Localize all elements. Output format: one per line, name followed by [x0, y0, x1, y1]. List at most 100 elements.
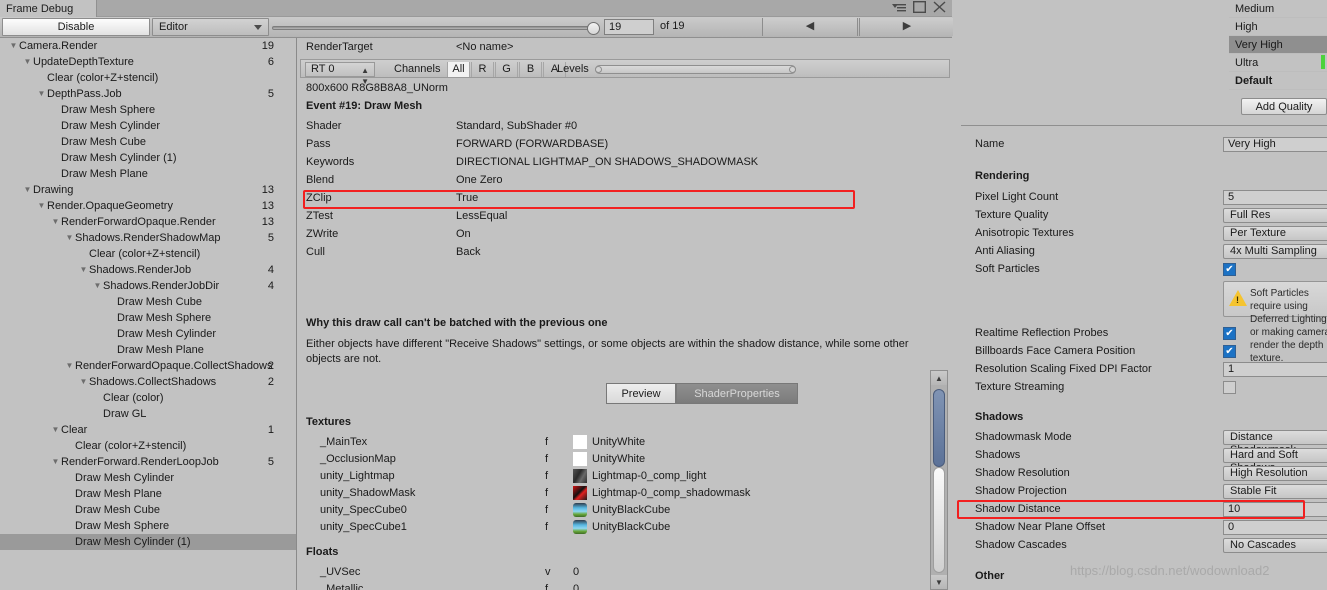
levels-slider[interactable] — [595, 65, 796, 74]
tree-row[interactable]: ▼ RenderForwardOpaque.CollectShadows 2 — [0, 358, 296, 374]
quality-level-item[interactable]: High — [1229, 18, 1327, 36]
tab-shader-properties[interactable]: ShaderProperties — [676, 383, 798, 404]
tree-row[interactable]: ▼Draw Mesh Sphere — [0, 518, 296, 534]
tree-row[interactable]: ▼Clear (color+Z+stencil) — [0, 246, 296, 262]
quality-value-input[interactable]: 10 — [1223, 502, 1327, 517]
tree-row[interactable]: ▼Draw GL — [0, 406, 296, 422]
panel-menu-icon[interactable] — [892, 2, 906, 12]
tree-row[interactable]: ▼ Clear 1 — [0, 422, 296, 438]
chevron-down-icon[interactable]: ▼ — [36, 198, 47, 214]
tree-row[interactable]: ▼Draw Mesh Cylinder — [0, 326, 296, 342]
quality-value-dropdown[interactable]: Distance Shadowmask — [1223, 430, 1327, 456]
channel-button-g[interactable]: G — [495, 62, 518, 77]
tree-row[interactable]: ▼Draw Mesh Cube — [0, 134, 296, 150]
quality-property-label: Billboards Face Camera Position — [975, 345, 1136, 357]
quality-value-dropdown[interactable]: No Cascades — [1223, 538, 1327, 553]
chevron-down-icon[interactable]: ▼ — [50, 214, 61, 230]
detail-scrollbar-track-highlight[interactable] — [933, 467, 945, 573]
chevron-down-icon[interactable]: ▼ — [22, 54, 33, 70]
chevron-down-icon[interactable]: ▼ — [78, 262, 89, 278]
quality-value-input[interactable]: Very High — [1223, 137, 1327, 152]
add-quality-level-button[interactable]: Add Quality — [1241, 98, 1327, 115]
tree-row[interactable]: ▼ Camera.Render 19 — [0, 38, 296, 54]
tree-row[interactable]: ▼Clear (color+Z+stencil) — [0, 70, 296, 86]
quality-value-checkbox[interactable]: ✔ — [1223, 345, 1236, 358]
tree-row[interactable]: ▼Draw Mesh Sphere — [0, 102, 296, 118]
detail-scrollbar[interactable]: ▲ ▼ — [930, 370, 948, 590]
tree-row[interactable]: ▼ UpdateDepthTexture 6 — [0, 54, 296, 70]
quality-value-dropdown[interactable]: Per Texture — [1223, 226, 1327, 241]
tree-row[interactable]: ▼ Shadows.RenderJobDir 4 — [0, 278, 296, 294]
chevron-down-icon[interactable]: ▼ — [36, 86, 47, 102]
tree-row[interactable]: ▼Draw Mesh Cylinder (1) — [0, 150, 296, 166]
maximize-icon[interactable] — [913, 1, 926, 13]
quality-value-checkbox[interactable]: ✔ — [1223, 327, 1236, 340]
chevron-down-icon[interactable]: ▼ — [78, 374, 89, 390]
next-event-button[interactable]: ▶ — [859, 18, 955, 36]
property-key: ZWrite — [306, 228, 339, 240]
quality-level-item[interactable]: Ultra — [1229, 54, 1327, 72]
tree-row[interactable]: ▼ Drawing 13 — [0, 182, 296, 198]
quality-levels-list[interactable]: Medium High Very High Ultra Default — [1229, 0, 1327, 90]
quality-value-dropdown[interactable]: Stable Fit — [1223, 484, 1327, 499]
quality-property-label: Shadow Distance — [975, 503, 1061, 515]
tree-row[interactable]: ▼Clear (color+Z+stencil) — [0, 438, 296, 454]
tree-row[interactable]: ▼Draw Mesh Cube — [0, 502, 296, 518]
tree-row[interactable]: ▼Draw Mesh Cylinder — [0, 470, 296, 486]
quality-value-input[interactable]: 5 — [1223, 190, 1327, 205]
quality-value-dropdown[interactable]: Full Res — [1223, 208, 1327, 223]
quality-level-item[interactable]: Very High — [1229, 36, 1327, 54]
previous-event-button[interactable]: ◀ — [762, 18, 858, 36]
scroll-up-icon[interactable]: ▲ — [931, 371, 947, 385]
tab-preview[interactable]: Preview — [606, 383, 676, 404]
tree-spacer: ▼ — [50, 118, 61, 134]
quality-value-dropdown[interactable]: High Resolution — [1223, 466, 1327, 481]
disable-button[interactable]: Disable — [2, 18, 150, 36]
tree-row[interactable]: ▼ Shadows.RenderJob 4 — [0, 262, 296, 278]
chevron-down-icon[interactable]: ▼ — [22, 182, 33, 198]
detail-scrollbar-thumb[interactable] — [933, 389, 945, 467]
chevron-down-icon[interactable]: ▼ — [64, 358, 75, 374]
quality-value-checkbox[interactable]: ✔ — [1223, 381, 1236, 394]
tree-row[interactable]: ▼ RenderForward.RenderLoopJob 5 — [0, 454, 296, 470]
event-slider[interactable] — [272, 18, 602, 36]
tab-frame-debug[interactable]: Frame Debug — [0, 0, 97, 17]
close-icon[interactable] — [933, 1, 946, 13]
channel-button-all[interactable]: All — [447, 62, 470, 77]
tree-row[interactable]: ▼ DepthPass.Job 5 — [0, 86, 296, 102]
tree-row[interactable]: ▼Draw Mesh Cylinder — [0, 118, 296, 134]
tree-row[interactable]: ▼Clear (color) — [0, 390, 296, 406]
event-tree-pane[interactable]: ▼Camera.Render19▼UpdateDepthTexture6▼Cle… — [0, 38, 297, 590]
levels-max-handle[interactable] — [789, 66, 796, 73]
tree-row[interactable]: ▼Draw Mesh Plane — [0, 486, 296, 502]
quality-value-dropdown[interactable]: Hard and Soft Shadows — [1223, 448, 1327, 474]
quality-value-input[interactable]: 0 — [1223, 520, 1327, 535]
channel-button-b[interactable]: B — [519, 62, 542, 77]
tree-row[interactable]: ▼Draw Mesh Plane — [0, 166, 296, 182]
chevron-down-icon[interactable]: ▼ — [50, 422, 61, 438]
tree-row[interactable]: ▼ Shadows.CollectShadows 2 — [0, 374, 296, 390]
tree-row[interactable]: ▼ Shadows.RenderShadowMap 5 — [0, 230, 296, 246]
chevron-down-icon[interactable]: ▼ — [92, 278, 103, 294]
tree-row[interactable]: ▼Draw Mesh Plane — [0, 342, 296, 358]
chevron-down-icon[interactable]: ▼ — [64, 230, 75, 246]
levels-min-handle[interactable] — [595, 66, 602, 73]
chevron-down-icon[interactable]: ▼ — [8, 38, 19, 54]
event-slider-knob[interactable] — [587, 22, 600, 35]
channel-button-r[interactable]: R — [471, 62, 494, 77]
texture-flag: f — [545, 470, 549, 482]
rt-select-dropdown[interactable]: RT 0 ▲ ▼ — [305, 62, 375, 86]
tree-row[interactable]: ▼Draw Mesh Cube — [0, 294, 296, 310]
tree-row[interactable]: ▼ RenderForwardOpaque.Render 13 — [0, 214, 296, 230]
scroll-down-icon[interactable]: ▼ — [931, 575, 947, 589]
quality-level-item[interactable]: Medium — [1229, 0, 1327, 18]
tree-row[interactable]: ▼Draw Mesh Sphere — [0, 310, 296, 326]
tree-row[interactable]: ▼Draw Mesh Cylinder (1) — [0, 534, 296, 550]
quality-value-checkbox[interactable]: ✔ — [1223, 263, 1236, 276]
event-index-input[interactable]: 19 — [604, 19, 654, 35]
quality-level-item[interactable]: Default — [1229, 72, 1327, 90]
target-dropdown[interactable]: Editor — [152, 18, 269, 36]
chevron-down-icon[interactable]: ▼ — [50, 454, 61, 470]
quality-value-dropdown[interactable]: 4x Multi Sampling — [1223, 244, 1327, 259]
tree-row[interactable]: ▼ Render.OpaqueGeometry 13 — [0, 198, 296, 214]
